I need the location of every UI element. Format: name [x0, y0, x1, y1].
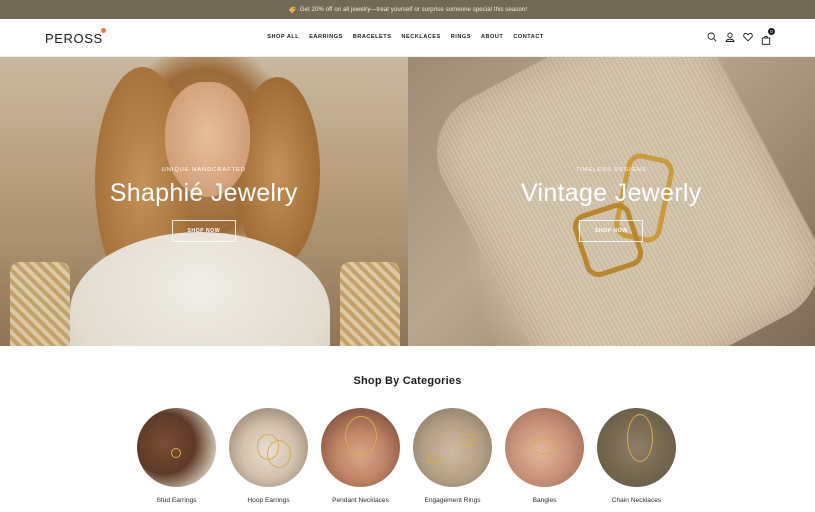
category-bangles[interactable]: Bangles [505, 408, 584, 504]
tag-icon [288, 6, 296, 13]
shop-now-button[interactable]: SHOP NOW [579, 220, 644, 242]
category-label[interactable]: Bangles [533, 497, 557, 504]
hero-text-right: TIMELESS DESIGNS Vintage Jewerly SHOP NO… [408, 167, 815, 242]
category-image[interactable] [137, 408, 216, 487]
site-header: PEROSS SHOP ALL EARRINGS BRACELETS NECKL… [0, 19, 815, 57]
category-pendant-necklaces[interactable]: Pendant Necklaces [321, 408, 400, 504]
category-image[interactable] [597, 408, 676, 487]
category-label[interactable]: Hoop Earrings [247, 497, 289, 504]
wishlist-heart-icon[interactable] [743, 32, 753, 42]
category-image[interactable] [229, 408, 308, 487]
hero-eyebrow: TIMELESS DESIGNS [575, 167, 647, 173]
search-icon[interactable] [707, 32, 717, 42]
nav-rings[interactable]: RINGS [451, 34, 471, 40]
category-image[interactable] [413, 408, 492, 487]
category-chain-necklaces[interactable]: Chain Necklaces [597, 408, 676, 504]
hero-title: Vintage Jewerly [520, 179, 702, 207]
shop-now-button[interactable]: SHOP NOW [171, 220, 236, 242]
category-label[interactable]: Engagement Rings [424, 497, 480, 504]
category-hoop-earrings[interactable]: Hoop Earrings [229, 408, 308, 504]
hero-panel-shaphie: UNIQUE HANDCRAFTED Shaphié Jewelry SHOP … [0, 57, 408, 346]
category-image[interactable] [321, 408, 400, 487]
hero-title: Shaphié Jewelry [109, 179, 298, 207]
hero-eyebrow: UNIQUE HANDCRAFTED [161, 167, 246, 173]
hero-panel-vintage: TIMELESS DESIGNS Vintage Jewerly SHOP NO… [407, 57, 815, 346]
category-image[interactable] [505, 408, 584, 487]
categories-heading: Shop By Categories [353, 375, 462, 387]
cart-count-badge: 0 [768, 28, 775, 35]
hero-text-left: UNIQUE HANDCRAFTED Shaphié Jewelry SHOP … [0, 167, 408, 242]
nav-contact[interactable]: CONTACT [513, 34, 543, 40]
cart-button[interactable]: 0 [761, 28, 775, 45]
nav-necklaces[interactable]: NECKLACES [401, 34, 440, 40]
cart-bag-icon [761, 35, 771, 45]
account-icon[interactable] [725, 32, 735, 42]
category-label[interactable]: Pendant Necklaces [332, 497, 389, 504]
nav-about[interactable]: ABOUT [481, 34, 503, 40]
logo-accent-dot [101, 28, 106, 33]
category-stud-earrings[interactable]: Stud Earrings [137, 408, 216, 504]
nav-shop-all[interactable]: SHOP ALL [267, 34, 299, 40]
hero-banner: UNIQUE HANDCRAFTED Shaphié Jewelry SHOP … [0, 57, 815, 346]
header-actions: 0 [707, 28, 775, 45]
category-engagement-rings[interactable]: Engagement Rings [413, 408, 492, 504]
category-label[interactable]: Stud Earrings [157, 497, 197, 504]
announcement-text: Get 20% off on all jewelry—treat yoursel… [299, 6, 528, 13]
main-nav: SHOP ALL EARRINGS BRACELETS NECKLACES RI… [0, 34, 815, 40]
category-label[interactable]: Chain Necklaces [612, 497, 661, 504]
category-list: Stud Earrings Hoop Earrings Pendant Neck… [137, 408, 676, 504]
nav-bracelets[interactable]: BRACELETS [353, 34, 392, 40]
nav-earrings[interactable]: EARRINGS [309, 34, 343, 40]
announcement-bar: Get 20% off on all jewelry—treat yoursel… [0, 0, 815, 19]
